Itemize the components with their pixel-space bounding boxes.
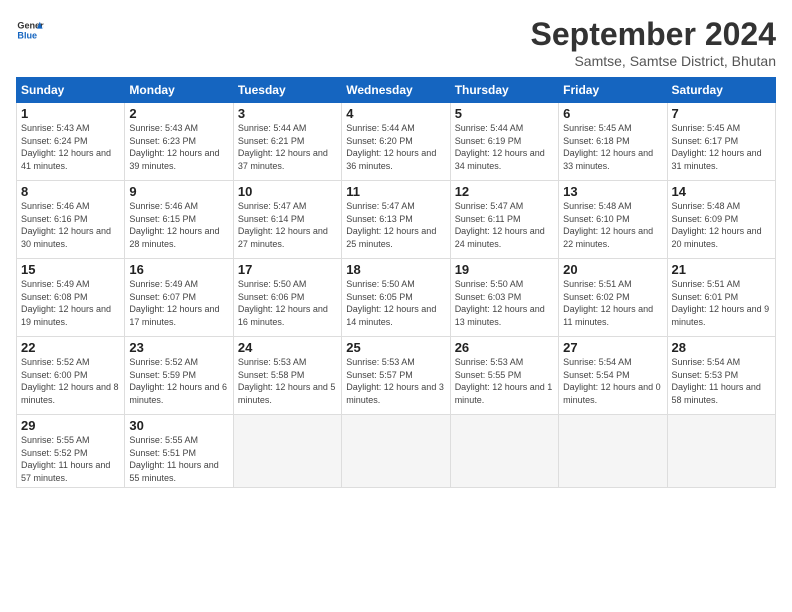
calendar-table: Sunday Monday Tuesday Wednesday Thursday… <box>16 77 776 488</box>
day-15: 15 Sunrise: 5:49 AMSunset: 6:08 PMDaylig… <box>17 259 125 337</box>
logo: General Blue <box>16 16 44 44</box>
day-empty-3 <box>450 415 558 488</box>
col-sunday: Sunday <box>17 78 125 103</box>
logo-icon: General Blue <box>16 16 44 44</box>
col-saturday: Saturday <box>667 78 775 103</box>
day-2: 2 Sunrise: 5:43 AMSunset: 6:23 PMDayligh… <box>125 103 233 181</box>
day-11: 11 Sunrise: 5:47 AMSunset: 6:13 PMDaylig… <box>342 181 450 259</box>
day-30: 30 Sunrise: 5:55 AMSunset: 5:51 PMDaylig… <box>125 415 233 488</box>
day-12: 12 Sunrise: 5:47 AMSunset: 6:11 PMDaylig… <box>450 181 558 259</box>
day-20: 20 Sunrise: 5:51 AMSunset: 6:02 PMDaylig… <box>559 259 667 337</box>
day-18: 18 Sunrise: 5:50 AMSunset: 6:05 PMDaylig… <box>342 259 450 337</box>
week-3: 15 Sunrise: 5:49 AMSunset: 6:08 PMDaylig… <box>17 259 776 337</box>
week-1: 1 Sunrise: 5:43 AMSunset: 6:24 PMDayligh… <box>17 103 776 181</box>
day-24: 24 Sunrise: 5:53 AMSunset: 5:58 PMDaylig… <box>233 337 341 415</box>
location-subtitle: Samtse, Samtse District, Bhutan <box>531 53 776 69</box>
day-13: 13 Sunrise: 5:48 AMSunset: 6:10 PMDaylig… <box>559 181 667 259</box>
col-tuesday: Tuesday <box>233 78 341 103</box>
title-block: September 2024 Samtse, Samtse District, … <box>531 16 776 69</box>
svg-text:Blue: Blue <box>17 30 37 40</box>
day-21: 21 Sunrise: 5:51 AMSunset: 6:01 PMDaylig… <box>667 259 775 337</box>
day-5: 5 Sunrise: 5:44 AMSunset: 6:19 PMDayligh… <box>450 103 558 181</box>
day-27: 27 Sunrise: 5:54 AMSunset: 5:54 PMDaylig… <box>559 337 667 415</box>
day-23: 23 Sunrise: 5:52 AMSunset: 5:59 PMDaylig… <box>125 337 233 415</box>
col-wednesday: Wednesday <box>342 78 450 103</box>
week-2: 8 Sunrise: 5:46 AMSunset: 6:16 PMDayligh… <box>17 181 776 259</box>
month-title: September 2024 <box>531 16 776 53</box>
day-17: 17 Sunrise: 5:50 AMSunset: 6:06 PMDaylig… <box>233 259 341 337</box>
day-empty-5 <box>667 415 775 488</box>
day-25: 25 Sunrise: 5:53 AMSunset: 5:57 PMDaylig… <box>342 337 450 415</box>
col-friday: Friday <box>559 78 667 103</box>
day-empty-4 <box>559 415 667 488</box>
day-4: 4 Sunrise: 5:44 AMSunset: 6:20 PMDayligh… <box>342 103 450 181</box>
day-19: 19 Sunrise: 5:50 AMSunset: 6:03 PMDaylig… <box>450 259 558 337</box>
day-empty-2 <box>342 415 450 488</box>
day-7: 7 Sunrise: 5:45 AMSunset: 6:17 PMDayligh… <box>667 103 775 181</box>
day-26: 26 Sunrise: 5:53 AMSunset: 5:55 PMDaylig… <box>450 337 558 415</box>
day-empty-1 <box>233 415 341 488</box>
day-28: 28 Sunrise: 5:54 AMSunset: 5:53 PMDaylig… <box>667 337 775 415</box>
day-16: 16 Sunrise: 5:49 AMSunset: 6:07 PMDaylig… <box>125 259 233 337</box>
page-header: General Blue September 2024 Samtse, Samt… <box>16 16 776 69</box>
day-1: 1 Sunrise: 5:43 AMSunset: 6:24 PMDayligh… <box>17 103 125 181</box>
col-thursday: Thursday <box>450 78 558 103</box>
col-monday: Monday <box>125 78 233 103</box>
day-14: 14 Sunrise: 5:48 AMSunset: 6:09 PMDaylig… <box>667 181 775 259</box>
week-5: 29 Sunrise: 5:55 AMSunset: 5:52 PMDaylig… <box>17 415 776 488</box>
day-29: 29 Sunrise: 5:55 AMSunset: 5:52 PMDaylig… <box>17 415 125 488</box>
day-3: 3 Sunrise: 5:44 AMSunset: 6:21 PMDayligh… <box>233 103 341 181</box>
day-22: 22 Sunrise: 5:52 AMSunset: 6:00 PMDaylig… <box>17 337 125 415</box>
day-6: 6 Sunrise: 5:45 AMSunset: 6:18 PMDayligh… <box>559 103 667 181</box>
day-10: 10 Sunrise: 5:47 AMSunset: 6:14 PMDaylig… <box>233 181 341 259</box>
week-4: 22 Sunrise: 5:52 AMSunset: 6:00 PMDaylig… <box>17 337 776 415</box>
day-8: 8 Sunrise: 5:46 AMSunset: 6:16 PMDayligh… <box>17 181 125 259</box>
day-9: 9 Sunrise: 5:46 AMSunset: 6:15 PMDayligh… <box>125 181 233 259</box>
